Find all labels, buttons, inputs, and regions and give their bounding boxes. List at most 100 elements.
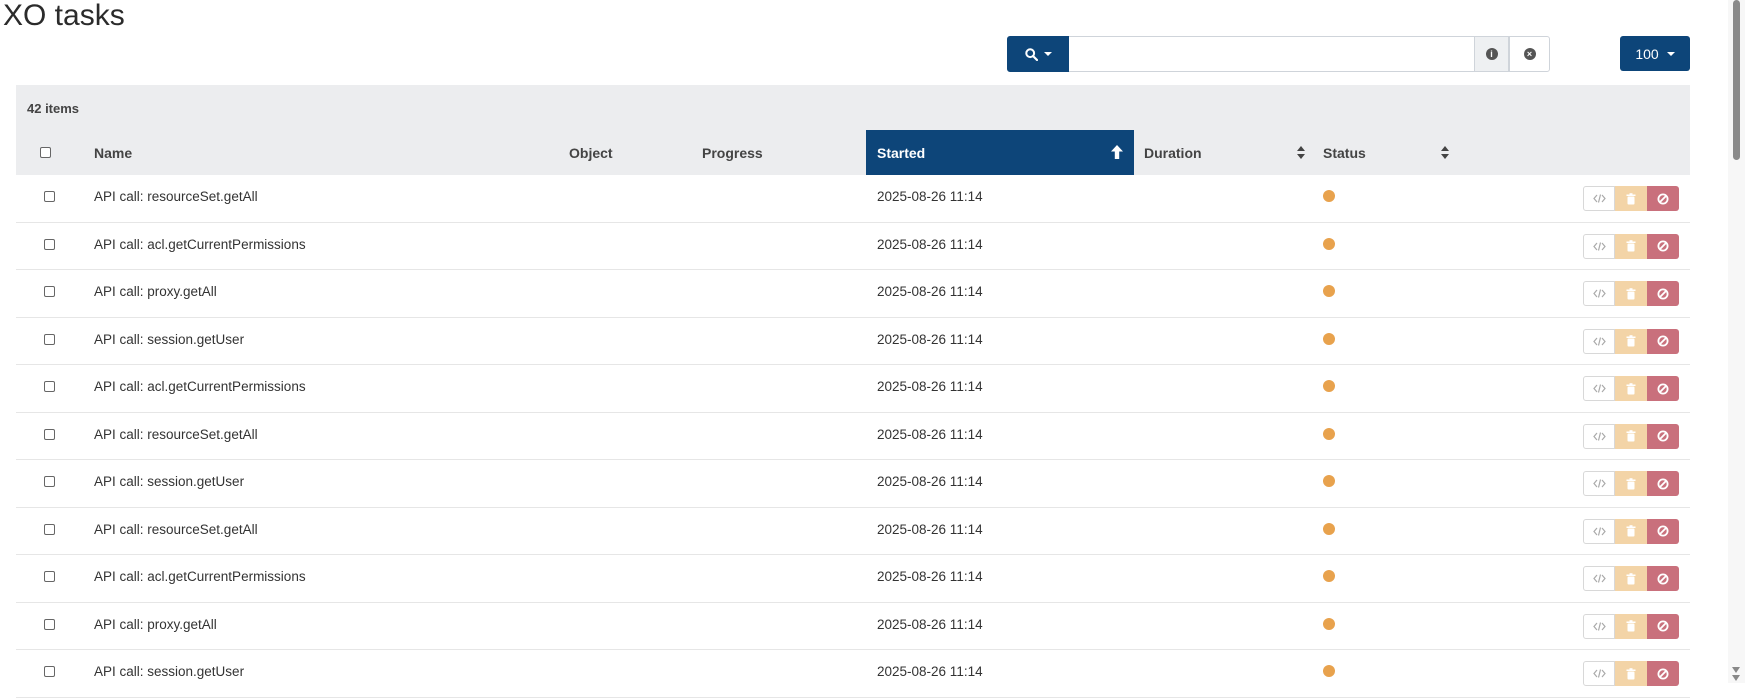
task-name: API call: resourceSet.getAll — [94, 521, 258, 537]
scroll-down-icon[interactable] — [1732, 675, 1740, 681]
delete-task-button[interactable] — [1615, 423, 1647, 449]
cancel-task-button[interactable] — [1647, 376, 1679, 401]
cancel-task-button[interactable] — [1647, 566, 1679, 591]
row-checkbox[interactable] — [44, 523, 55, 535]
view-code-button[interactable] — [1583, 566, 1615, 591]
task-started: 2025-08-26 11:14 — [877, 474, 983, 489]
table-row[interactable]: API call: resourceSet.getAll 2025-08-26 1… — [16, 175, 1690, 223]
column-header-started[interactable]: Started — [866, 130, 1134, 175]
delete-task-button[interactable] — [1615, 566, 1647, 591]
status-indicator — [1323, 522, 1335, 535]
column-header-progress[interactable]: Progress — [702, 130, 882, 175]
chevron-down-icon — [1666, 51, 1675, 56]
table-row[interactable]: API call: acl.getCurrentPermissions 2025-… — [16, 223, 1690, 270]
status-indicator — [1323, 665, 1335, 677]
search-info-button[interactable]: i — [1474, 36, 1509, 72]
vertical-scrollbar[interactable] — [1728, 0, 1745, 683]
row-checkbox[interactable] — [44, 618, 55, 630]
row-actions — [1583, 518, 1679, 544]
code-icon — [1592, 289, 1606, 298]
delete-task-button[interactable] — [1615, 471, 1647, 496]
row-checkbox[interactable] — [44, 191, 55, 202]
table-row[interactable]: API call: session.getUser 2025-08-26 11:1… — [16, 318, 1690, 365]
scroll-down-icon[interactable] — [1732, 667, 1740, 673]
search-clear-button[interactable]: × — [1509, 36, 1550, 72]
status-indicator — [1323, 285, 1335, 297]
status-indicator — [1323, 475, 1335, 487]
cancel-task-button[interactable] — [1647, 423, 1679, 449]
column-header-name[interactable]: Name — [94, 130, 569, 175]
view-code-button[interactable] — [1583, 186, 1615, 211]
task-table-body: API call: resourceSet.getAll 2025-08-26 1… — [16, 175, 1690, 698]
column-header-status[interactable]: Status — [1313, 130, 1457, 175]
view-code-button[interactable] — [1583, 613, 1615, 639]
delete-task-button[interactable] — [1615, 233, 1647, 259]
row-checkbox[interactable] — [44, 428, 55, 440]
delete-task-button[interactable] — [1615, 613, 1647, 639]
task-name: API call: proxy.getAll — [94, 284, 217, 299]
cancel-task-button[interactable] — [1647, 661, 1679, 686]
cancel-task-button[interactable] — [1647, 613, 1679, 639]
view-code-button[interactable] — [1583, 423, 1615, 449]
trash-icon — [1626, 287, 1636, 299]
status-indicator — [1323, 617, 1335, 630]
task-started: 2025-08-26 11:14 — [877, 521, 983, 537]
delete-task-button[interactable] — [1615, 518, 1647, 544]
cancel-task-button[interactable] — [1647, 281, 1679, 306]
cancel-icon — [1657, 383, 1669, 394]
cancel-task-button[interactable] — [1647, 518, 1679, 544]
table-row[interactable]: API call: session.getUser 2025-08-26 11:1… — [16, 460, 1690, 508]
code-icon — [1592, 621, 1606, 631]
cancel-task-button[interactable] — [1647, 328, 1679, 354]
page-size-dropdown[interactable]: 100 — [1620, 36, 1690, 71]
cancel-task-button[interactable] — [1647, 233, 1679, 259]
table-row[interactable]: API call: resourceSet.getAll 2025-08-26 1… — [16, 413, 1690, 460]
search-input[interactable] — [1069, 36, 1474, 72]
row-checkbox[interactable] — [44, 333, 55, 345]
table-row[interactable]: API call: proxy.getAll 2025-08-26 11:14 — [16, 270, 1690, 318]
row-checkbox[interactable] — [44, 666, 55, 677]
cancel-icon — [1657, 430, 1669, 442]
table-row[interactable]: API call: acl.getCurrentPermissions 2025-… — [16, 365, 1690, 413]
task-name: API call: resourceSet.getAll — [94, 426, 258, 442]
trash-icon — [1626, 572, 1636, 584]
cancel-icon — [1657, 668, 1669, 679]
view-code-button[interactable] — [1583, 233, 1615, 259]
select-all-checkbox[interactable] — [40, 147, 51, 158]
view-code-button[interactable] — [1583, 281, 1615, 306]
delete-task-button[interactable] — [1615, 281, 1647, 306]
delete-task-button[interactable] — [1615, 186, 1647, 211]
cancel-task-button[interactable] — [1647, 186, 1679, 211]
row-actions — [1583, 186, 1679, 211]
table-row[interactable]: API call: resourceSet.getAll 2025-08-26 1… — [16, 508, 1690, 555]
row-checkbox[interactable] — [44, 238, 55, 250]
delete-task-button[interactable] — [1615, 376, 1647, 401]
view-code-button[interactable] — [1583, 328, 1615, 354]
view-code-button[interactable] — [1583, 376, 1615, 401]
delete-task-button[interactable] — [1615, 328, 1647, 354]
column-header-duration[interactable]: Duration — [1134, 130, 1313, 175]
task-started: 2025-08-26 11:14 — [877, 664, 983, 679]
table-row[interactable]: API call: session.getUser 2025-08-26 11:1… — [16, 650, 1690, 698]
view-code-button[interactable] — [1583, 518, 1615, 544]
clear-icon: × — [1523, 48, 1536, 60]
arrow-up-icon — [1111, 145, 1123, 159]
row-checkbox[interactable] — [44, 286, 55, 297]
row-checkbox[interactable] — [44, 381, 55, 392]
search-filter-button[interactable] — [1007, 36, 1069, 72]
trash-icon — [1626, 192, 1636, 204]
row-actions — [1583, 613, 1679, 639]
table-row[interactable]: API call: acl.getCurrentPermissions 2025-… — [16, 555, 1690, 603]
view-code-button[interactable] — [1583, 471, 1615, 496]
table-row[interactable]: API call: proxy.getAll 2025-08-26 11:14 — [16, 603, 1690, 650]
cancel-task-button[interactable] — [1647, 471, 1679, 496]
row-checkbox[interactable] — [44, 476, 55, 487]
items-count: 42 items — [27, 101, 80, 116]
cancel-icon — [1657, 240, 1669, 252]
task-name: API call: acl.getCurrentPermissions — [94, 379, 306, 394]
view-code-button[interactable] — [1583, 661, 1615, 686]
row-checkbox[interactable] — [44, 571, 55, 582]
column-header-object[interactable]: Object — [569, 130, 702, 175]
scrollbar-thumb[interactable] — [1733, 0, 1740, 160]
delete-task-button[interactable] — [1615, 661, 1647, 686]
